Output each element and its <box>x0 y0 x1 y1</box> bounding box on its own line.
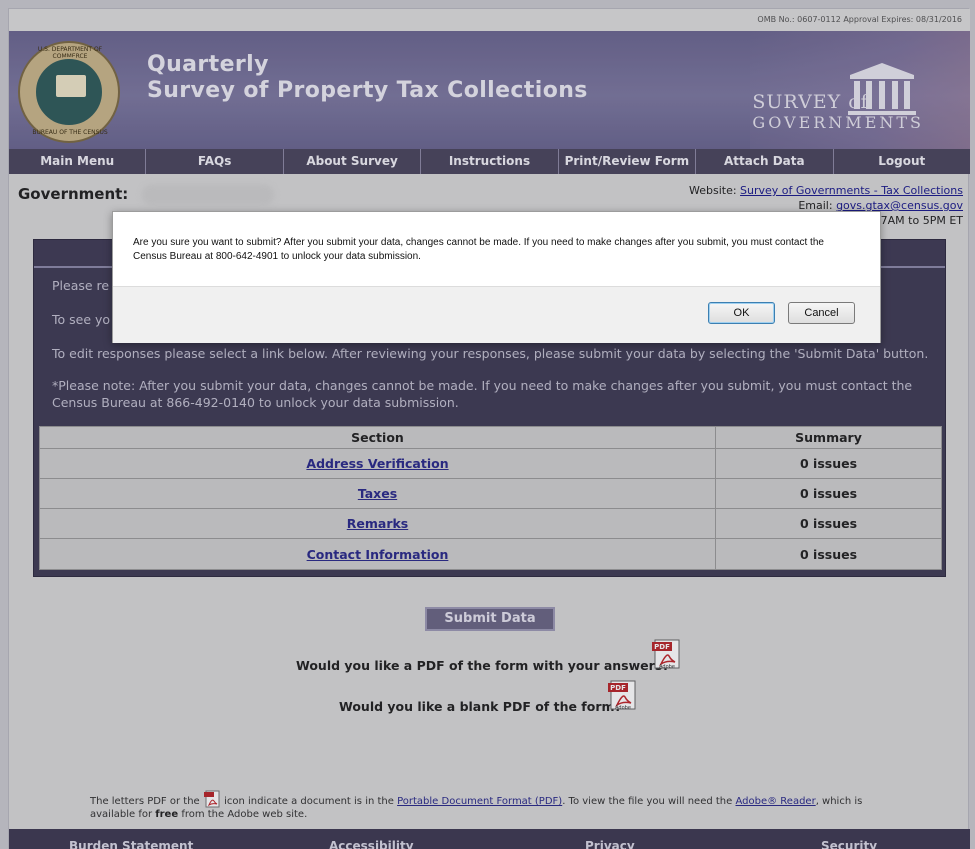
confirm-dialog: Are you sure you want to submit? After y… <box>112 211 881 343</box>
ok-button[interactable]: OK <box>708 302 775 324</box>
dialog-message: Are you sure you want to submit? After y… <box>133 237 824 262</box>
cancel-button[interactable]: Cancel <box>788 302 855 324</box>
dialog-footer: OK Cancel <box>113 286 880 343</box>
modal-overlay <box>0 0 975 849</box>
